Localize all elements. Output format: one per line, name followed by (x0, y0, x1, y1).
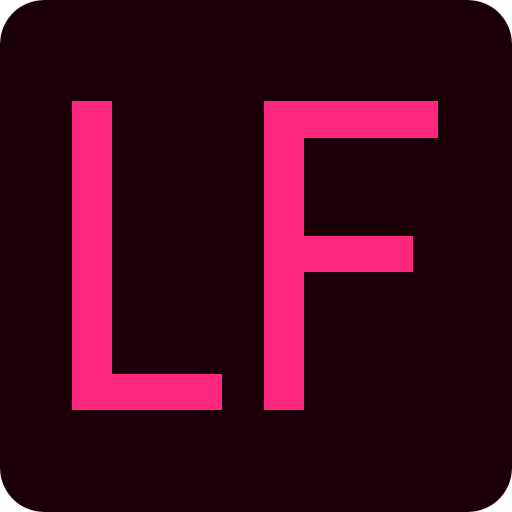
app-icon-graphic: LF (0, 0, 512, 512)
icon-initials-text: LF (250, 292, 262, 303)
app-icon: LF (0, 0, 512, 512)
